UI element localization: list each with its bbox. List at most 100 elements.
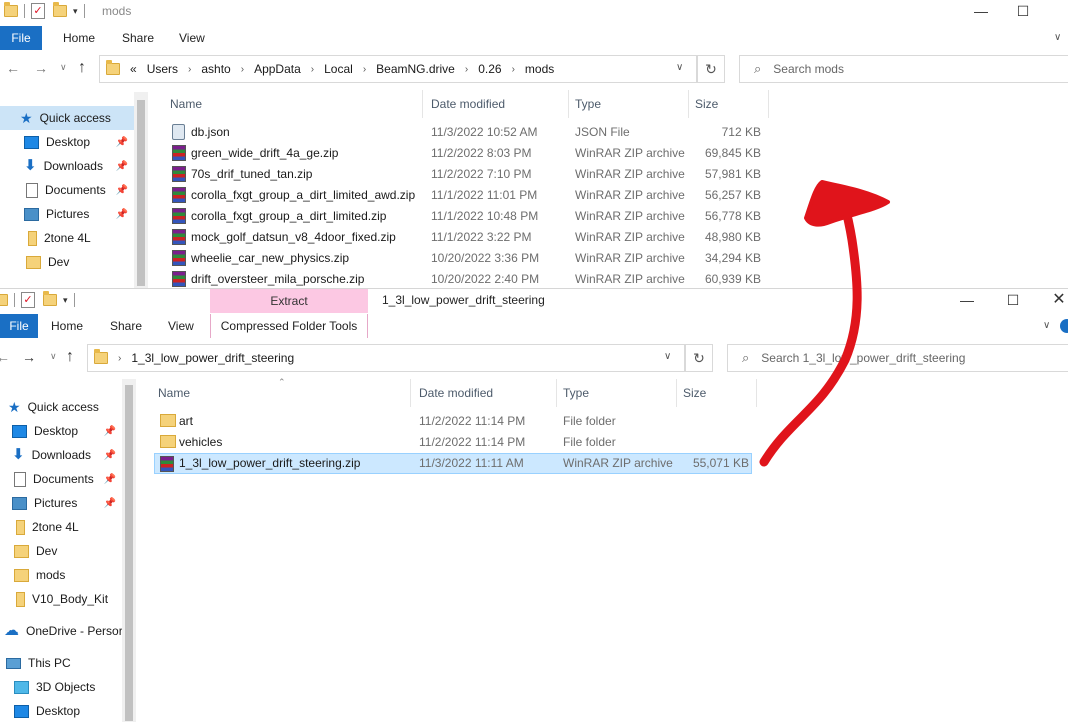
column-date-modified[interactable]: Date modified [431,90,505,118]
nav-desktop[interactable]: Desktop 📌 [0,130,134,154]
column-size[interactable]: Size [683,379,706,407]
tab-compressed-folder-tools[interactable]: Compressed Folder Tools [210,314,368,338]
nav-this-pc[interactable]: This PC [0,651,122,675]
breadcrumb-beamng[interactable]: BeamNG.drive [376,62,455,76]
nav-scrollbar[interactable] [122,379,136,722]
tab-file[interactable]: File [0,314,38,338]
tab-share[interactable]: Share [110,314,142,338]
close-button[interactable]: ✕ [1036,289,1068,313]
pin-icon[interactable]: 📌 [116,161,128,172]
breadcrumb-mods[interactable]: mods [525,62,554,76]
column-type[interactable]: Type [563,379,589,407]
column-size[interactable]: Size [695,90,718,118]
help-icon[interactable] [1060,319,1068,333]
breadcrumb-overflow[interactable]: « [130,62,137,76]
nav-documents[interactable]: Documents 📌 [0,467,122,491]
nav-scrollbar[interactable] [134,92,148,290]
nav-2tone-4l[interactable]: 2tone 4L [0,226,134,250]
pin-icon[interactable]: 📌 [104,450,116,461]
chevron-right-icon[interactable]: › [311,64,314,75]
chevron-down-icon[interactable]: ▾ [63,295,68,306]
back-arrow-icon[interactable]: ← [0,349,10,365]
tab-home[interactable]: Home [51,314,83,338]
nav-desktop-pc[interactable]: Desktop [0,699,122,722]
nav-v10-body-kit[interactable]: V10_Body_Kit [0,587,122,611]
up-arrow-icon[interactable]: ↑ [66,348,74,366]
pin-icon[interactable]: 📌 [104,474,116,485]
file-row[interactable]: corolla_fxgt_group_a_dirt_limited.zip 11… [150,206,1068,227]
file-row[interactable]: 70s_drif_tuned_tan.zip 11/2/2022 7:10 PM… [150,164,1068,185]
expand-ribbon-icon[interactable]: ∨ [1043,320,1050,331]
pin-icon[interactable]: 📌 [104,426,116,437]
file-row[interactable]: vehicles 11/2/2022 11:14 PM File folder [154,432,768,453]
maximize-button[interactable]: ☐ [1000,0,1046,24]
chevron-right-icon[interactable]: › [512,64,515,75]
minimize-button[interactable]: — [958,0,1004,24]
nav-documents[interactable]: Documents 📌 [0,178,134,202]
expand-ribbon-icon[interactable]: ∨ [1054,32,1061,43]
nav-onedrive[interactable]: ☁ OneDrive - Persor [0,619,122,643]
forward-arrow-icon[interactable]: → [34,60,48,76]
forward-arrow-icon[interactable]: → [22,349,36,365]
nav-mods[interactable]: mods [0,563,122,587]
breadcrumb-current-folder[interactable]: 1_3l_low_power_drift_steering [131,351,294,365]
column-divider[interactable] [410,379,411,407]
search-input[interactable]: ⌕ Search mods [739,55,1068,83]
chevron-down-icon[interactable]: ∨ [676,62,683,73]
nav-downloads[interactable]: ⬇ Downloads 📌 [0,154,134,178]
nav-2tone-4l[interactable]: 2tone 4L [0,515,122,539]
up-arrow-icon[interactable]: ↑ [78,59,86,77]
nav-dev[interactable]: Dev [0,539,122,563]
column-divider[interactable] [568,90,569,118]
new-folder-icon[interactable] [43,291,57,306]
breadcrumb-appdata[interactable]: AppData [254,62,301,76]
nav-quick-access[interactable]: ★ Quick access [0,106,134,130]
breadcrumb-local[interactable]: Local [324,62,353,76]
file-row[interactable]: drift_oversteer_mila_porsche.zip 10/20/2… [150,269,1068,290]
pin-icon[interactable]: 📌 [116,185,128,196]
nav-downloads[interactable]: ⬇ Downloads 📌 [0,443,122,467]
new-folder-icon[interactable] [53,2,67,17]
properties-icon[interactable]: ✓ [21,292,35,308]
column-date-modified[interactable]: Date modified [419,379,493,407]
chevron-down-icon[interactable]: ∨ [664,351,671,362]
column-name[interactable]: Name [158,379,190,407]
nav-pictures[interactable]: Pictures 📌 [0,202,134,226]
search-input[interactable]: ⌕ Search 1_3l_low_power_drift_steering [727,344,1068,372]
file-row[interactable]: wheelie_car_new_physics.zip 10/20/2022 3… [150,248,1068,269]
breadcrumb-version[interactable]: 0.26 [478,62,501,76]
address-bar[interactable]: › 1_3l_low_power_drift_steering ∨ [87,344,685,372]
column-name[interactable]: Name [170,90,202,118]
scrollbar-thumb[interactable] [125,385,133,721]
breadcrumb-users[interactable]: Users [147,62,178,76]
properties-icon[interactable]: ✓ [31,3,45,19]
breadcrumb-ashto[interactable]: ashto [201,62,230,76]
tab-view[interactable]: View [168,314,194,338]
pin-icon[interactable]: 📌 [116,209,128,220]
chevron-right-icon[interactable]: › [118,353,121,364]
chevron-right-icon[interactable]: › [465,64,468,75]
sort-ascending-icon[interactable]: ⌃ [278,377,286,388]
column-divider[interactable] [676,379,677,407]
nav-pictures[interactable]: Pictures 📌 [0,491,122,515]
pin-icon[interactable]: 📌 [116,137,128,148]
scrollbar-thumb[interactable] [137,100,145,286]
tab-extract[interactable]: Extract [210,289,368,313]
recent-locations-icon[interactable]: ∨ [60,62,67,73]
chevron-right-icon[interactable]: › [241,64,244,75]
folder-icon[interactable] [4,2,18,17]
tab-file[interactable]: File [0,26,42,50]
column-divider[interactable] [768,90,769,118]
address-bar[interactable]: « Users › ashto › AppData › Local › Beam… [99,55,697,83]
tab-home[interactable]: Home [63,26,95,50]
pin-icon[interactable]: 📌 [104,498,116,509]
folder-icon[interactable] [0,294,8,306]
nav-dev[interactable]: Dev [0,250,134,274]
refresh-button[interactable]: ↻ [697,55,725,83]
chevron-right-icon[interactable]: › [188,64,191,75]
file-row[interactable]: green_wide_drift_4a_ge.zip 11/2/2022 8:0… [150,143,1068,164]
back-arrow-icon[interactable]: ← [6,60,20,76]
file-row[interactable]: db.json 11/3/2022 10:52 AM JSON File 712… [150,122,1068,143]
minimize-button[interactable]: — [944,289,990,313]
column-divider[interactable] [756,379,757,407]
